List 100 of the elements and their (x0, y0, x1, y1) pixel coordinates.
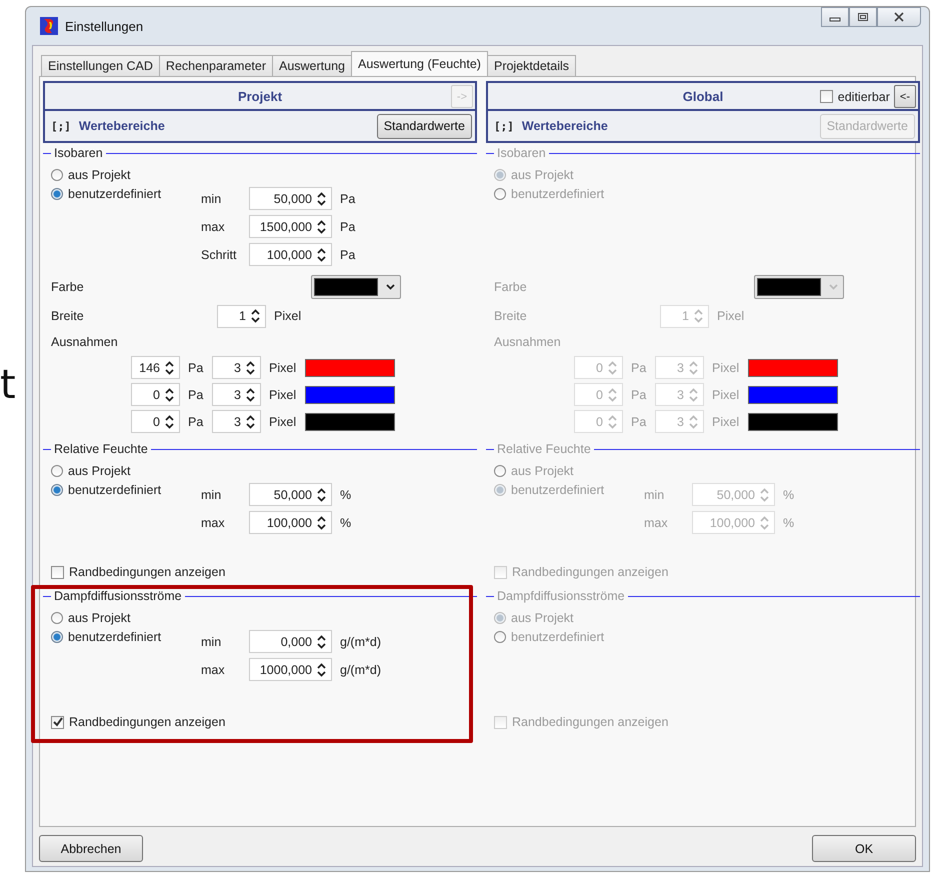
tab[interactable]: Projektdetails (486, 55, 576, 76)
color-swatch[interactable] (305, 412, 395, 430)
field-label: min (644, 488, 666, 502)
tab[interactable]: Auswertung (272, 55, 352, 76)
number-spinner[interactable]: 1 (217, 304, 266, 328)
unit-label: Pixel (274, 309, 302, 323)
checkmark-icon (52, 717, 62, 727)
unit-label: % (783, 516, 794, 530)
number-spinner[interactable]: 3 (212, 410, 261, 433)
number-spinner[interactable]: 1000,000 (249, 658, 332, 681)
panel-title: Projekt (238, 88, 282, 104)
radio-label[interactable]: aus Projekt (68, 464, 131, 478)
field-label: max (201, 220, 226, 234)
field-label: max (201, 662, 226, 676)
range-icon: [;] (494, 120, 514, 132)
number-spinner[interactable]: 1500,000 (249, 215, 332, 238)
dialog-button[interactable]: OK (812, 835, 916, 862)
radio-label[interactable]: aus Projekt (68, 610, 131, 624)
unit-label: Pixel (712, 388, 740, 402)
window-title: Einstellungen (65, 18, 144, 34)
tab[interactable]: Einstellungen CAD (41, 55, 160, 76)
unit-label: Pixel (269, 388, 298, 402)
unit-label: Pa (631, 360, 648, 374)
color-swatch[interactable] (305, 386, 395, 404)
radio-button[interactable] (51, 484, 63, 496)
width-label: Breite (51, 309, 85, 323)
minimize-button[interactable] (821, 7, 849, 27)
chevron-down-icon (386, 284, 394, 290)
unit-label: Pa (340, 192, 356, 206)
unit-label: Pa (188, 388, 204, 402)
unit-label: Pa (340, 248, 356, 262)
radio-button[interactable] (51, 630, 63, 642)
field-label: max (644, 516, 669, 530)
chevron-down-icon (828, 284, 838, 290)
number-spinner[interactable]: 0,000 (249, 630, 332, 653)
width-label: Breite (494, 309, 528, 323)
unit-label: Pixel (717, 309, 744, 323)
dialog-button[interactable]: Abbrechen (39, 835, 143, 862)
radio-button[interactable] (51, 188, 63, 200)
field-label: Schritt (201, 248, 238, 262)
unit-label: Pixel (712, 414, 740, 428)
field-label: min (201, 634, 222, 648)
exceptions-label: Ausnahmen (51, 335, 119, 349)
unit-label: g/(m*d) (340, 662, 381, 676)
unit-label: % (783, 488, 794, 502)
range-icon: [;] (51, 120, 71, 132)
number-spinner[interactable]: 100,000 (249, 243, 332, 266)
exceptions-label: Ausnahmen (494, 335, 562, 349)
section-title: Relative Feuchte (497, 442, 591, 456)
maximize-button[interactable] (849, 7, 877, 27)
field-label: max (201, 516, 226, 530)
field-label: min (201, 192, 222, 206)
number-spinner[interactable]: 0 (131, 383, 180, 406)
app-icon (40, 17, 58, 35)
unit-label: Pa (631, 388, 648, 402)
radio-button[interactable] (51, 612, 63, 624)
number-spinner[interactable]: 3 (212, 356, 261, 379)
close-button[interactable] (877, 7, 921, 27)
number-spinner[interactable]: 50,000 (249, 187, 332, 210)
number-spinner[interactable]: 0 (131, 410, 180, 433)
checkbox[interactable] (51, 716, 64, 728)
radio-button[interactable] (51, 168, 63, 180)
color-swatch[interactable] (305, 358, 395, 376)
unit-label: % (340, 488, 352, 502)
section-title: Relative Feuchte (54, 442, 148, 456)
radio-label[interactable]: benutzerdefiniert (68, 630, 162, 644)
checkbox[interactable] (51, 566, 64, 578)
checkbox-label[interactable]: Randbedingungen anzeigen (69, 565, 226, 579)
field-label: min (201, 488, 222, 502)
unit-label: Pa (188, 414, 204, 428)
color-picker[interactable] (311, 275, 401, 299)
tab[interactable]: Auswertung (Feuchte) (351, 51, 488, 76)
color-label: Farbe (51, 280, 85, 294)
section-title: Isobaren (54, 146, 103, 160)
tab[interactable]: Rechenparameter (158, 55, 273, 76)
unit-label: Pixel (269, 414, 298, 428)
unit-label: Pa (188, 360, 204, 374)
unit-label: Pixel (269, 360, 298, 374)
range-label: Wertebereiche (522, 119, 608, 133)
panel-title: Global (682, 88, 724, 104)
radio-label[interactable]: benutzerdefiniert (68, 482, 162, 496)
unit-label: g/(m*d) (340, 634, 381, 648)
radio-button[interactable] (51, 464, 63, 476)
number-spinner[interactable]: 3 (212, 383, 261, 406)
section-title: Isobaren (497, 146, 546, 160)
section-title: Dampfdiffusionsströme (497, 589, 625, 603)
color-label: Farbe (494, 280, 528, 294)
close-icon (893, 12, 905, 22)
radio-label[interactable]: aus Projekt (68, 168, 131, 182)
section-title: Dampfdiffusionsströme (54, 589, 182, 603)
unit-label: Pa (340, 220, 356, 234)
number-spinner[interactable]: 100,000 (249, 511, 332, 534)
number-spinner[interactable]: 146 (131, 356, 180, 379)
unit-label: Pa (631, 414, 648, 428)
range-label: Wertebereiche (78, 119, 165, 133)
unit-label: Pixel (712, 360, 740, 374)
radio-label[interactable]: benutzerdefiniert (68, 186, 162, 200)
defaults-button[interactable]: Standardwerte (376, 114, 472, 138)
checkbox-label[interactable]: Randbedingungen anzeigen (69, 715, 226, 729)
number-spinner[interactable]: 50,000 (249, 483, 332, 506)
